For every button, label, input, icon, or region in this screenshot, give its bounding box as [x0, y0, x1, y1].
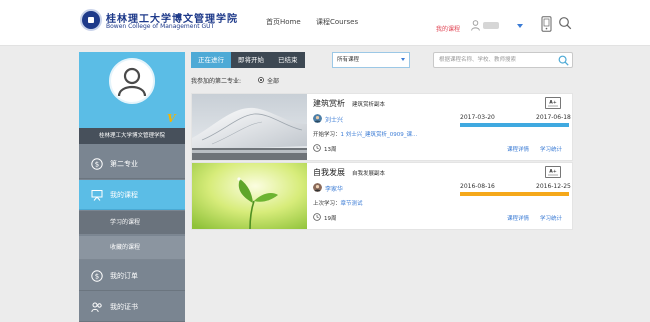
- course-subtitle: 自我发展副本: [352, 171, 386, 177]
- radio-all-label[interactable]: 全部: [267, 76, 279, 85]
- money-icon: $: [91, 270, 103, 282]
- brand-name-en[interactable]: Bowen College of Management GUT: [106, 23, 214, 30]
- select-value: 所有课程: [337, 57, 360, 63]
- teacher-avatar[interactable]: [313, 114, 322, 123]
- course-filter-select[interactable]: 所有课程: [332, 52, 410, 68]
- teacher-avatar[interactable]: [313, 183, 322, 192]
- school-name: 桂林理工大学博文管理学院: [79, 128, 185, 144]
- sidebar-subitem-favorite-courses[interactable]: 收藏的课程: [79, 236, 185, 260]
- learn-status: 开始学习：1 刘士兴_建筑赏析_0909_课...: [313, 130, 417, 138]
- clock-icon: [313, 144, 321, 152]
- search-icon[interactable]: [558, 16, 572, 30]
- certificate-icon[interactable]: A+: [545, 166, 561, 178]
- teacher-name[interactable]: 刘士兴: [325, 115, 343, 124]
- my-courses-link[interactable]: 我的课程: [436, 24, 460, 33]
- teacher-name[interactable]: 李家华: [325, 184, 343, 193]
- course-card: 自我发展 自我发展副本 A+ 李家华 2016-08-16 2016-12-25…: [191, 162, 573, 230]
- course-details-link[interactable]: 课程详情: [507, 145, 529, 153]
- presentation-icon: [91, 190, 103, 201]
- money-icon: $: [91, 158, 103, 170]
- progress-fill: [460, 192, 569, 196]
- svg-text:A+: A+: [549, 100, 557, 106]
- sidebar-item-label: 我的订单: [110, 272, 138, 280]
- users-icon: [91, 302, 102, 313]
- chevron-down-icon: [401, 58, 405, 61]
- nav-courses[interactable]: 课程Courses: [316, 17, 358, 27]
- clock-icon: [313, 213, 321, 221]
- learn-label: 开始学习：: [313, 132, 341, 138]
- learning-stats-link[interactable]: 学习统计: [540, 145, 562, 153]
- end-date: 2017-06-18: [536, 114, 571, 121]
- search-icon[interactable]: [558, 55, 569, 66]
- course-subtitle: 建筑赏析副本: [352, 102, 386, 108]
- college-logo-icon[interactable]: [80, 9, 102, 31]
- course-thumbnail[interactable]: [192, 94, 307, 160]
- sidebar-item-my-certificates[interactable]: 我的证书: [79, 292, 185, 322]
- sidebar-item-label: 第二专业: [110, 160, 138, 168]
- mobile-phone-icon[interactable]: [541, 16, 552, 32]
- sidebar-item-label: 我的课程: [110, 191, 138, 199]
- start-date: 2017-03-20: [460, 114, 495, 121]
- sidebar-item-my-orders[interactable]: $ 我的订单: [79, 261, 185, 291]
- course-duration: 19周: [324, 216, 337, 222]
- learn-link[interactable]: 1 刘士兴_建筑赏析_0909_课...: [341, 132, 418, 138]
- sidebar-subitem-learning-courses[interactable]: 学习的课程: [79, 211, 185, 235]
- username-placeholder[interactable]: [483, 22, 499, 29]
- radio-all[interactable]: [258, 77, 264, 83]
- tab-in-progress[interactable]: 正在进行: [191, 52, 231, 68]
- course-title[interactable]: 建筑赏析: [313, 98, 345, 109]
- course-card: 建筑赏析 建筑赏析副本 A+ 刘士兴 2017-03-20 2017-06-18…: [191, 93, 573, 161]
- vip-badge: V: [167, 112, 176, 125]
- avatar[interactable]: [109, 58, 155, 104]
- course-details-link[interactable]: 课程详情: [507, 214, 529, 222]
- learn-label: 上次学习：: [313, 201, 341, 207]
- learn-status: 上次学习：章节测试: [313, 199, 363, 207]
- course-title[interactable]: 自我发展: [313, 167, 345, 178]
- sidebar: V 桂林理工大学博文管理学院 $ 第二专业 我的课程 学习的课程 收藏的课程 $…: [79, 52, 185, 322]
- course-thumbnail[interactable]: [192, 163, 307, 229]
- course-duration: 13周: [324, 147, 337, 153]
- start-date: 2016-08-16: [460, 183, 495, 190]
- svg-text:$: $: [95, 273, 99, 281]
- nav-home[interactable]: 首页Home: [266, 17, 301, 27]
- default-user-icon: [117, 67, 147, 97]
- sidebar-item-label: 我的证书: [110, 303, 138, 311]
- tab-finished[interactable]: 已结束: [271, 52, 305, 68]
- user-icon[interactable]: [471, 20, 480, 31]
- sidebar-item-my-courses[interactable]: 我的课程: [79, 180, 185, 210]
- tab-upcoming[interactable]: 即将开始: [231, 52, 271, 68]
- chevron-down-icon[interactable]: [517, 24, 523, 28]
- progress-fill: [460, 123, 569, 127]
- svg-text:$: $: [95, 161, 99, 169]
- learn-link[interactable]: 章节测试: [341, 201, 363, 207]
- search-placeholder: 根据课程名称、学校、教师搜索: [439, 57, 517, 63]
- course-progress-bar: [460, 123, 569, 127]
- search-input[interactable]: 根据课程名称、学校、教师搜索: [433, 52, 573, 68]
- status-tabs: 正在进行 即将开始 已结束: [191, 52, 305, 68]
- learning-stats-link[interactable]: 学习统计: [540, 214, 562, 222]
- certificate-icon[interactable]: A+: [545, 97, 561, 109]
- profile-panel: V: [79, 52, 185, 128]
- second-major-filter-label: 我参加的第二专业:: [191, 78, 242, 85]
- top-bar: 桂林理工大学博文管理学院 Bowen College of Management…: [0, 0, 650, 46]
- end-date: 2016-12-25: [536, 183, 571, 190]
- sidebar-item-second-major[interactable]: $ 第二专业: [79, 149, 185, 179]
- svg-text:A+: A+: [549, 169, 557, 175]
- course-progress-bar: [460, 192, 569, 196]
